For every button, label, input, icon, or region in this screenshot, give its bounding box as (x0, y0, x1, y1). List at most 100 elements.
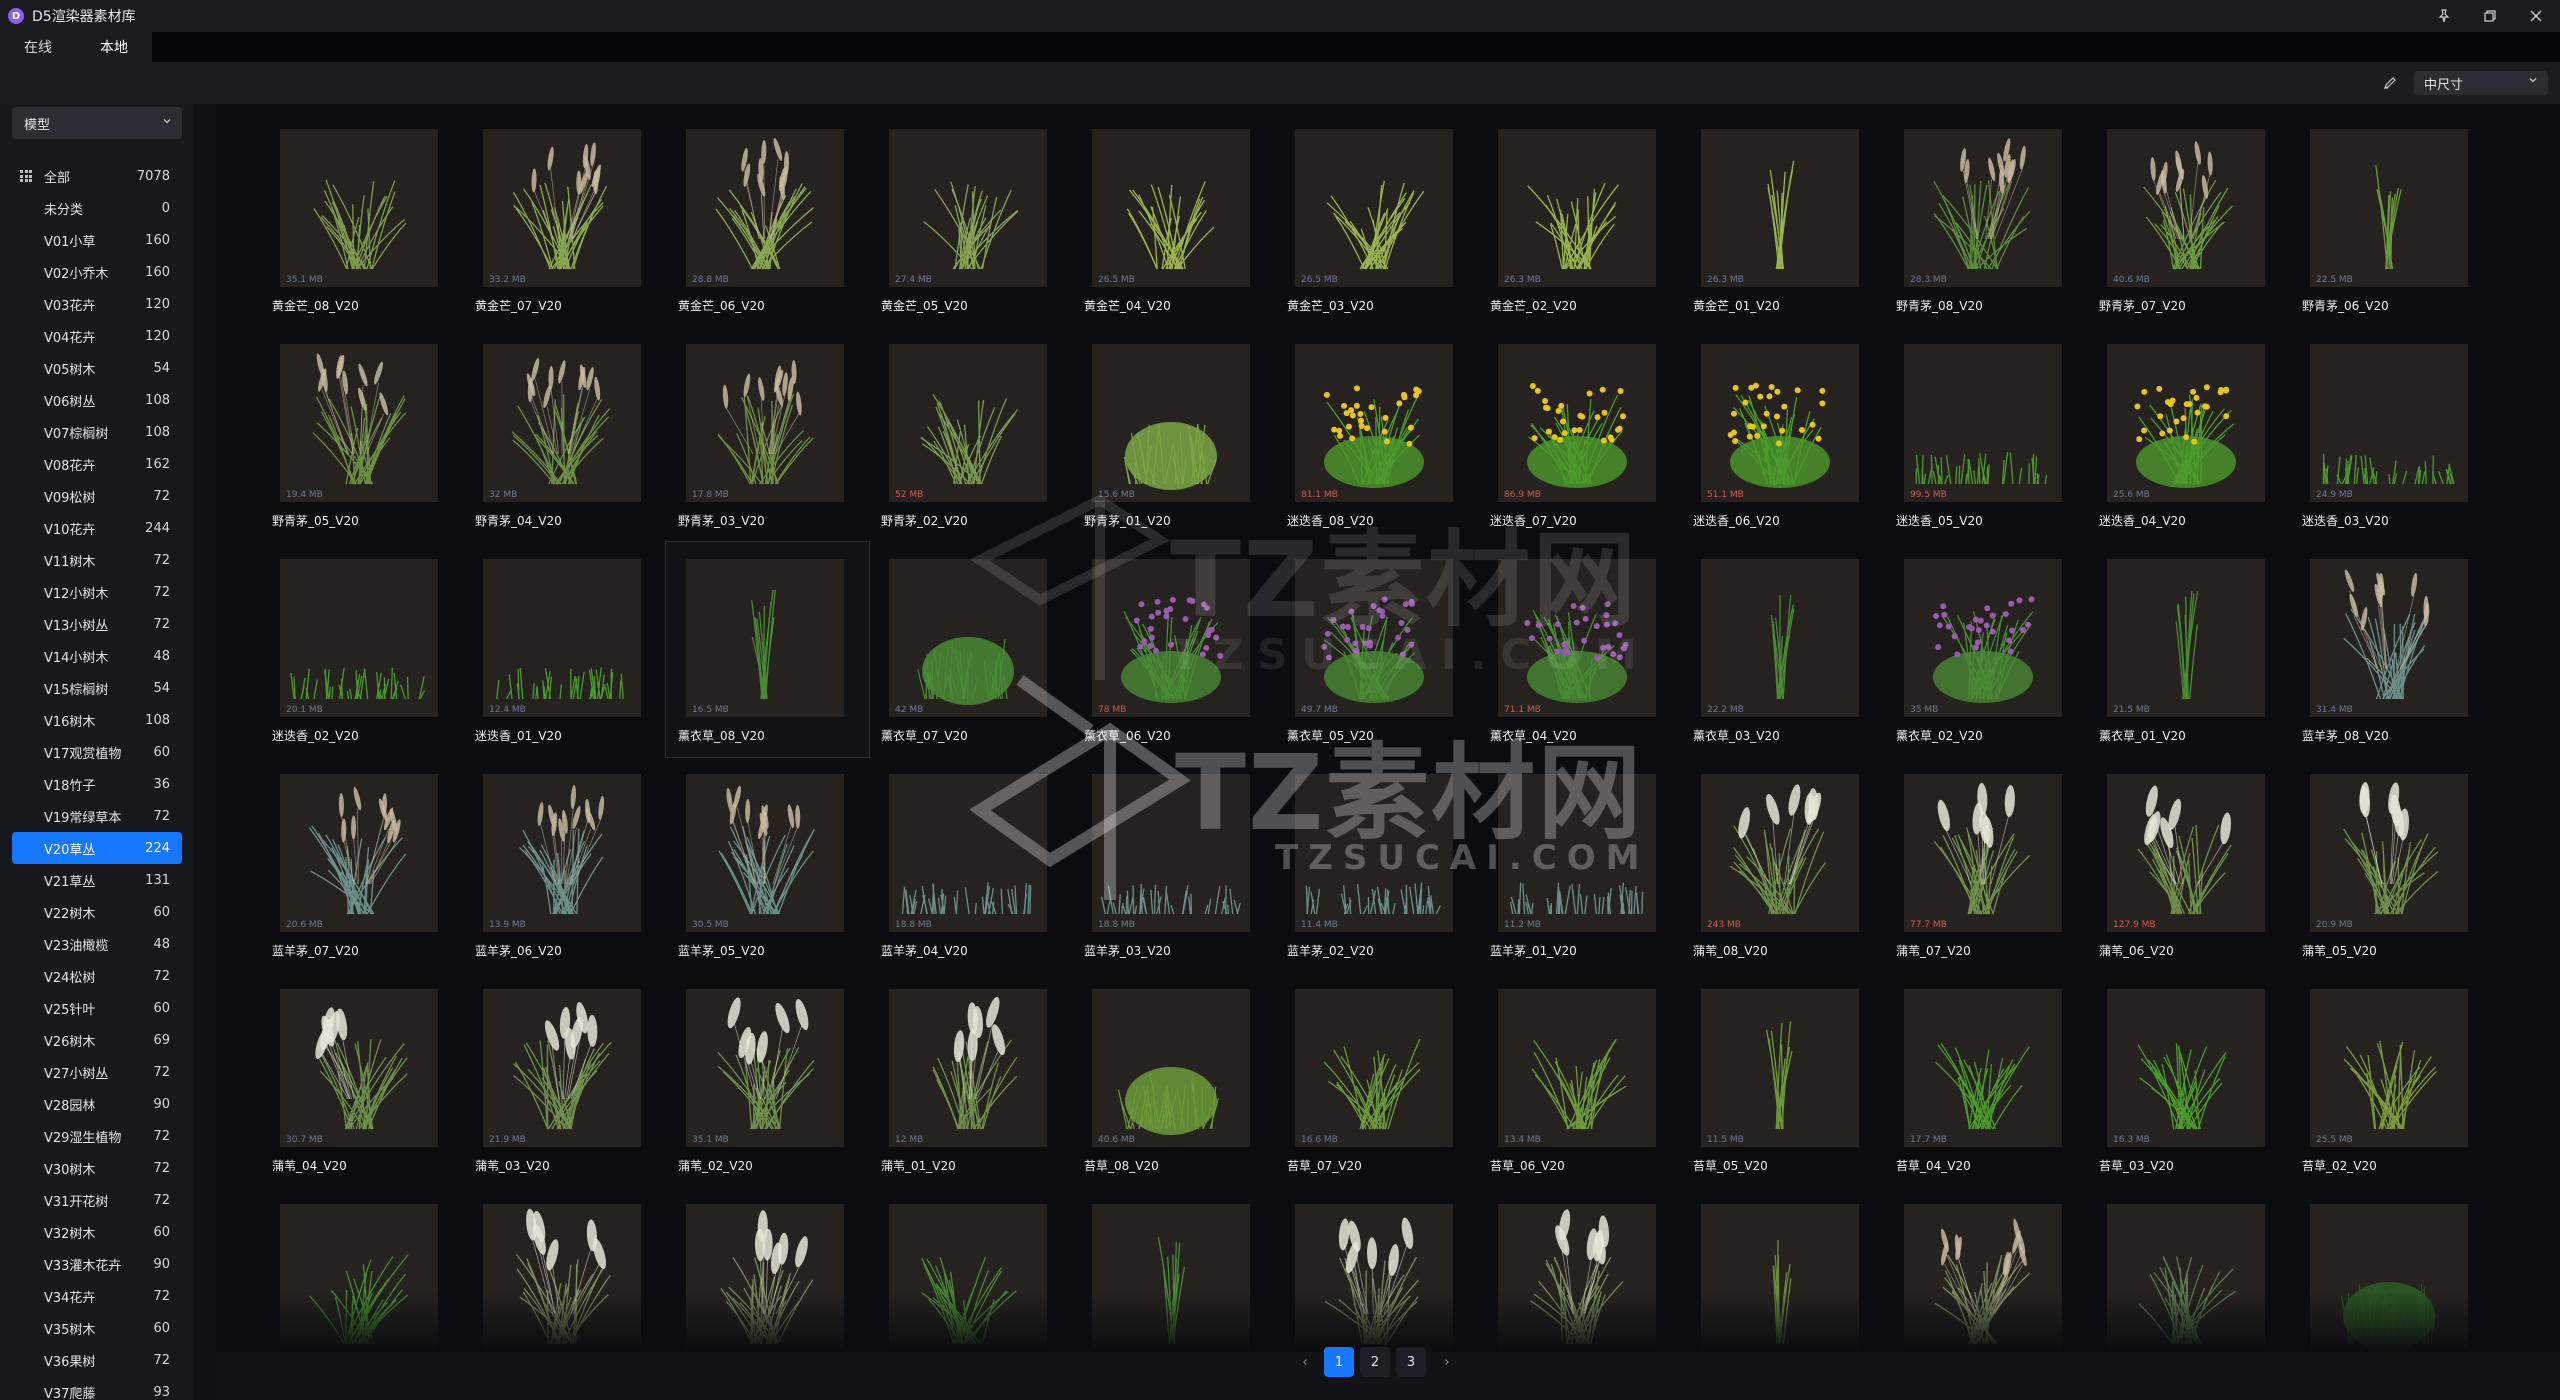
sidebar-item[interactable]: V07棕榈树 108 (12, 416, 182, 448)
sidebar-item[interactable]: V04花卉 120 (12, 320, 182, 352)
asset-card[interactable]: 25.5 MB 苔草_02_V20 (2290, 972, 2493, 1187)
edit-icon[interactable] (2376, 72, 2404, 94)
sidebar-item[interactable]: V08花卉 162 (12, 448, 182, 480)
sidebar-item[interactable]: V36果树 72 (12, 1344, 182, 1376)
asset-card[interactable]: 26.5 MB 黄金芒_04_V20 (1072, 112, 1275, 327)
asset-card[interactable]: 13.4 MB 苔草_06_V20 (1478, 972, 1681, 1187)
sidebar-item[interactable]: V12小树木 72 (12, 576, 182, 608)
sidebar-item[interactable]: V14小树木 48 (12, 640, 182, 672)
asset-card[interactable]: 24.9 MB 迷迭香_03_V20 (2290, 327, 2493, 542)
asset-name: 蓝羊茅_02_V20 (1287, 944, 1374, 958)
asset-card[interactable]: 17.7 MB 苔草_04_V20 (1884, 972, 2087, 1187)
sidebar-item[interactable]: V16树木 108 (12, 704, 182, 736)
sidebar-item[interactable]: V01小草 160 (12, 224, 182, 256)
asset-type-select[interactable]: 模型 (12, 107, 182, 139)
sidebar-item[interactable]: V30树木 72 (12, 1152, 182, 1184)
sidebar-item[interactable]: V15棕榈树 54 (12, 672, 182, 704)
sidebar-item[interactable]: 全部 7078 (12, 160, 182, 192)
asset-size-label: 26.5 MB (1098, 275, 1135, 285)
sidebar-item[interactable]: V10花卉 244 (12, 512, 182, 544)
tab-online[interactable]: 在线 (0, 32, 76, 62)
asset-card[interactable]: 77.7 MB 蒲苇_07_V20 (1884, 757, 2087, 972)
asset-card[interactable]: 20.6 MB 蓝羊茅_07_V20 (260, 757, 463, 972)
asset-card[interactable]: 26.3 MB 黄金芒_02_V20 (1478, 112, 1681, 327)
asset-card[interactable]: 26.3 MB 黄金芒_01_V20 (1681, 112, 1884, 327)
asset-card[interactable]: 27.4 MB 黄金芒_05_V20 (869, 112, 1072, 327)
asset-card[interactable]: 26.5 MB 黄金芒_03_V20 (1275, 112, 1478, 327)
asset-card[interactable]: 16.6 MB 苔草_07_V20 (1275, 972, 1478, 1187)
asset-card[interactable]: 12.4 MB 迷迭香_01_V20 (463, 542, 666, 757)
asset-card[interactable]: 30.5 MB 蓝羊茅_05_V20 (666, 757, 869, 972)
sidebar-item[interactable]: V05树木 54 (12, 352, 182, 384)
asset-card[interactable]: 99.5 MB 迷迭香_05_V20 (1884, 327, 2087, 542)
asset-card[interactable]: 28.3 MB 野青茅_08_V20 (1884, 112, 2087, 327)
page-1-button[interactable]: 1 (1324, 1347, 1354, 1377)
asset-card[interactable]: 31.4 MB 蓝羊茅_08_V20 (2290, 542, 2493, 757)
sidebar-item[interactable]: 未分类 0 (12, 192, 182, 224)
asset-card[interactable]: 19.4 MB 野青茅_05_V20 (260, 327, 463, 542)
restore-icon[interactable] (2476, 4, 2504, 28)
prev-page-button[interactable]: ‹ (1290, 1347, 1320, 1377)
asset-card[interactable]: 127.9 MB 蒲苇_06_V20 (2087, 757, 2290, 972)
page-2-button[interactable]: 2 (1360, 1347, 1390, 1377)
sidebar-item[interactable]: V03花卉 120 (12, 288, 182, 320)
asset-card[interactable]: 35 MB 薰衣草_02_V20 (1884, 542, 2087, 757)
asset-card[interactable]: 16.3 MB 苔草_03_V20 (2087, 972, 2290, 1187)
sidebar-item[interactable]: V09松树 72 (12, 480, 182, 512)
sidebar-item[interactable]: V24松树 72 (12, 960, 182, 992)
sidebar-item[interactable]: V29湿生植物 72 (12, 1120, 182, 1152)
page-3-button[interactable]: 3 (1396, 1347, 1426, 1377)
asset-card[interactable]: 17.8 MB 野青茅_03_V20 (666, 327, 869, 542)
asset-card[interactable]: 32 MB 野青茅_04_V20 (463, 327, 666, 542)
asset-card[interactable]: 40.6 MB 苔草_08_V20 (1072, 972, 1275, 1187)
sidebar-item[interactable]: V21草丛 131 (12, 864, 182, 896)
asset-card[interactable]: 12 MB 蒲苇_01_V20 (869, 972, 1072, 1187)
sidebar-item[interactable]: V37爬藤 93 (12, 1376, 182, 1400)
asset-card[interactable]: 16.5 MB 薰衣草_08_V20 (665, 541, 870, 758)
sidebar-item[interactable]: V35树木 60 (12, 1312, 182, 1344)
asset-card[interactable]: 22.2 MB 薰衣草_03_V20 (1681, 542, 1884, 757)
asset-card[interactable]: 20.1 MB 迷迭香_02_V20 (260, 542, 463, 757)
sidebar-item[interactable]: V22树木 60 (12, 896, 182, 928)
asset-card[interactable]: 25.6 MB 迷迭香_04_V20 (2087, 327, 2290, 542)
sidebar-item[interactable]: V31开花树 72 (12, 1184, 182, 1216)
sidebar-item[interactable]: V20草丛 224 (12, 832, 182, 864)
sidebar-item[interactable]: V19常绿草本 72 (12, 800, 182, 832)
sidebar-item[interactable]: V18竹子 36 (12, 768, 182, 800)
asset-card[interactable]: 20.9 MB 蒲苇_05_V20 (2290, 757, 2493, 972)
sidebar-item[interactable]: V27小树丛 72 (12, 1056, 182, 1088)
sidebar-item[interactable]: V02小乔木 160 (12, 256, 182, 288)
tab-local[interactable]: 本地 (76, 32, 152, 62)
sidebar-item[interactable]: V11树木 72 (12, 544, 182, 576)
sidebar-item[interactable]: V28园林 90 (12, 1088, 182, 1120)
sidebar-item[interactable]: V32树木 60 (12, 1216, 182, 1248)
sidebar-item[interactable]: V13小树丛 72 (12, 608, 182, 640)
close-icon[interactable] (2522, 4, 2550, 28)
asset-card[interactable]: 35.1 MB 黄金芒_08_V20 (260, 112, 463, 327)
asset-card[interactable]: 52 MB 野青茅_02_V20 (869, 327, 1072, 542)
asset-card[interactable]: 21.9 MB 蒲苇_03_V20 (463, 972, 666, 1187)
asset-card[interactable]: 33.2 MB 黄金芒_07_V20 (463, 112, 666, 327)
pin-icon[interactable] (2430, 4, 2458, 28)
asset-card[interactable]: 22.5 MB 野青茅_06_V20 (2290, 112, 2493, 327)
sidebar-item[interactable]: V33灌木花卉 90 (12, 1248, 182, 1280)
asset-card[interactable]: 21.5 MB 薰衣草_01_V20 (2087, 542, 2290, 757)
asset-card[interactable]: 35.1 MB 蒲苇_02_V20 (666, 972, 869, 1187)
asset-card[interactable]: 28.8 MB 黄金芒_06_V20 (666, 112, 869, 327)
asset-card[interactable]: 30.7 MB 蒲苇_04_V20 (260, 972, 463, 1187)
asset-card[interactable]: 18.8 MB 蓝羊茅_04_V20 (869, 757, 1072, 972)
asset-card[interactable]: 243 MB 蒲苇_08_V20 (1681, 757, 1884, 972)
asset-card[interactable]: 51.1 MB 迷迭香_06_V20 (1681, 327, 1884, 542)
asset-card[interactable]: 11.5 MB 苔草_05_V20 (1681, 972, 1884, 1187)
sidebar-item[interactable]: V34花卉 72 (12, 1280, 182, 1312)
asset-card[interactable]: 13.9 MB 蓝羊茅_06_V20 (463, 757, 666, 972)
sidebar-item[interactable]: V06树丛 108 (12, 384, 182, 416)
sidebar-item[interactable]: V26树木 69 (12, 1024, 182, 1056)
asset-card[interactable]: 42 MB 薰衣草_07_V20 (869, 542, 1072, 757)
thumbnail-size-select[interactable]: 中尺寸 (2414, 71, 2548, 95)
sidebar-item[interactable]: V25针叶 60 (12, 992, 182, 1024)
sidebar-item[interactable]: V17观赏植物 60 (12, 736, 182, 768)
asset-card[interactable]: 40.6 MB 野青茅_07_V20 (2087, 112, 2290, 327)
next-page-button[interactable]: › (1432, 1347, 1462, 1377)
sidebar-item[interactable]: V23油橄榄 48 (12, 928, 182, 960)
